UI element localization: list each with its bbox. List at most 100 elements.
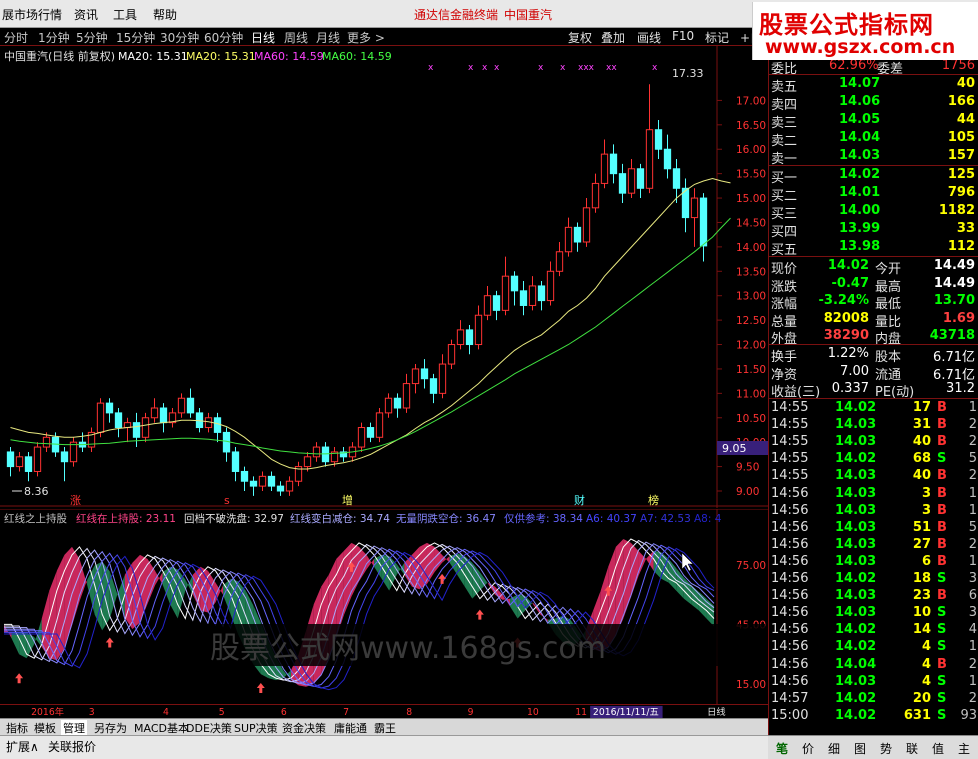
tick-side: B bbox=[937, 656, 947, 672]
period-tab[interactable]: 15分钟 bbox=[116, 29, 155, 46]
period-tab[interactable]: 30分钟 bbox=[160, 29, 199, 46]
tick-row: 14:56 14.03 6 B 1 bbox=[769, 553, 978, 571]
tick-volume: 68 bbox=[912, 451, 931, 467]
stat-row: 换手 1.22% 股本 6.71亿 bbox=[769, 345, 978, 365]
price-tick-label: 13.00 bbox=[736, 291, 766, 303]
candle-body bbox=[690, 197, 699, 219]
tick-row: 14:56 14.03 10 S 3 bbox=[769, 604, 978, 622]
tick-side: B bbox=[937, 485, 947, 501]
tab-sup[interactable]: SUP决策 bbox=[234, 720, 278, 736]
bid-price: 14.01 bbox=[839, 185, 881, 200]
candle-body bbox=[150, 407, 159, 419]
tick-volume: 31 bbox=[912, 417, 931, 433]
stat-value: 1.22% bbox=[827, 346, 869, 361]
period-tab[interactable]: 月线 bbox=[316, 29, 340, 46]
tick-count: 93 bbox=[960, 707, 977, 723]
candle-body bbox=[375, 412, 384, 438]
ind-label: 红线之上持股 bbox=[4, 512, 67, 525]
event-mark[interactable]: 榜 bbox=[648, 493, 659, 507]
ask-volume: 166 bbox=[947, 94, 975, 109]
tab-bawang[interactable]: 霸王 bbox=[374, 720, 396, 736]
candle-body bbox=[582, 207, 591, 243]
bid-volume: 796 bbox=[947, 185, 975, 200]
tick-volume: 51 bbox=[912, 519, 931, 535]
ask-volume: 44 bbox=[956, 112, 975, 127]
candle-body bbox=[132, 422, 141, 438]
tab-price[interactable]: 价 bbox=[802, 740, 814, 757]
indicator-chart[interactable]: 75.0045.0015.00 红线之上持股 红线在上持股: 23.11 回档不… bbox=[0, 509, 768, 704]
x-mark: x bbox=[494, 63, 500, 73]
candle-body bbox=[249, 480, 258, 487]
event-mark[interactable]: 财 bbox=[574, 493, 585, 507]
ind-label: 红线变白减仓: 34.74 bbox=[290, 512, 390, 525]
event-mark[interactable]: 涨 bbox=[70, 494, 81, 507]
fuquan-button[interactable]: 复权 bbox=[568, 29, 592, 46]
menu-news[interactable]: 资讯 bbox=[74, 6, 98, 23]
candle-body bbox=[114, 412, 123, 429]
tab-fund[interactable]: 资金决策 bbox=[282, 720, 326, 736]
tick-volume: 27 bbox=[912, 536, 931, 552]
tick-count: 3 bbox=[968, 605, 977, 621]
related-quote-button[interactable]: 关联报价 bbox=[48, 738, 96, 755]
draw-button[interactable]: 画线 bbox=[637, 29, 661, 46]
tick-side: S bbox=[937, 673, 947, 689]
tick-price: 14.03 bbox=[835, 553, 877, 569]
menu-tools[interactable]: 工具 bbox=[113, 6, 137, 23]
mark-button[interactable]: 标记 bbox=[705, 29, 729, 46]
tick-row: 14:56 14.04 4 B 2 bbox=[769, 656, 978, 674]
tick-volume: 10 bbox=[912, 605, 931, 621]
period-tab[interactable]: 60分钟 bbox=[204, 29, 243, 46]
stock-title: 中国重汽 bbox=[504, 8, 553, 22]
period-tab[interactable]: 5分钟 bbox=[76, 29, 108, 46]
tab-indicator[interactable]: 指标 bbox=[6, 720, 28, 736]
tick-price: 14.03 bbox=[835, 588, 877, 604]
tab-saveas[interactable]: 另存为 bbox=[94, 720, 127, 736]
tab-main[interactable]: 主 bbox=[958, 740, 970, 757]
period-tab-active[interactable]: 日线 bbox=[251, 29, 275, 46]
bid-price: 13.98 bbox=[839, 239, 881, 254]
price-tick-label: 15.50 bbox=[736, 169, 766, 181]
indicator-tabs: 指标 模板 管理 另存为 MACD基本 DDE决策 SUP决策 资金决策 庸能通… bbox=[0, 718, 768, 736]
candle-body bbox=[654, 129, 663, 150]
tab-trend[interactable]: 势 bbox=[880, 740, 892, 757]
tab-yongneng[interactable]: 庸能通 bbox=[334, 720, 367, 736]
menu-help[interactable]: 帮助 bbox=[153, 6, 177, 23]
tab-tick[interactable]: 笔 bbox=[776, 740, 788, 757]
tab-value[interactable]: 值 bbox=[932, 740, 944, 757]
candle-body bbox=[96, 402, 105, 433]
tick-count: 5 bbox=[968, 519, 977, 535]
tick-row: 14:57 14.02 20 S 2 bbox=[769, 690, 978, 708]
period-tab[interactable]: 分时 bbox=[4, 29, 28, 46]
tick-side: B bbox=[937, 588, 947, 604]
period-more[interactable]: 更多 > bbox=[347, 29, 385, 46]
tick-price: 14.02 bbox=[835, 690, 877, 706]
event-mark[interactable]: 增 bbox=[342, 493, 353, 507]
x-mark: x bbox=[560, 63, 566, 73]
ask-price: 14.07 bbox=[839, 76, 881, 91]
tab-detail[interactable]: 细 bbox=[828, 740, 840, 757]
tick-row: 14:55 14.03 40 B 2 bbox=[769, 433, 978, 451]
tab-dde[interactable]: DDE决策 bbox=[186, 720, 232, 736]
tick-volume: 4 bbox=[921, 639, 931, 655]
tab-template[interactable]: 模板 bbox=[34, 720, 56, 736]
period-tab[interactable]: 1分钟 bbox=[38, 29, 70, 46]
tick-row: 14:55 14.02 68 S 5 bbox=[769, 450, 978, 468]
event-mark[interactable]: s bbox=[224, 494, 230, 507]
tab-link[interactable]: 联 bbox=[906, 740, 918, 757]
tick-time: 15:00 bbox=[771, 707, 809, 723]
quote-tabs: 笔 价 细 图 势 联 值 主 bbox=[768, 735, 978, 759]
tick-price: 14.03 bbox=[835, 434, 877, 450]
stat-value: 43718 bbox=[929, 328, 975, 343]
expand-button[interactable]: 扩展∧ bbox=[6, 738, 39, 755]
period-tab[interactable]: 周线 bbox=[284, 29, 308, 46]
tab-manage[interactable]: 管理 bbox=[61, 720, 87, 736]
overlay-button[interactable]: 叠加 bbox=[601, 29, 625, 46]
candle-body bbox=[240, 470, 249, 482]
tab-chart[interactable]: 图 bbox=[854, 740, 866, 757]
stat-value: 1.69 bbox=[942, 310, 975, 326]
tab-macd[interactable]: MACD基本 bbox=[134, 720, 189, 736]
ma-label: MA60: 14.59 bbox=[254, 50, 324, 63]
kline-chart[interactable]: 17.00 16.50 16.00 15.50 15.00 14.50 14.00 13.50… bbox=[0, 46, 768, 508]
f10-button[interactable]: F10 bbox=[672, 29, 694, 43]
menu-market[interactable]: 展市场行情 bbox=[2, 6, 62, 23]
